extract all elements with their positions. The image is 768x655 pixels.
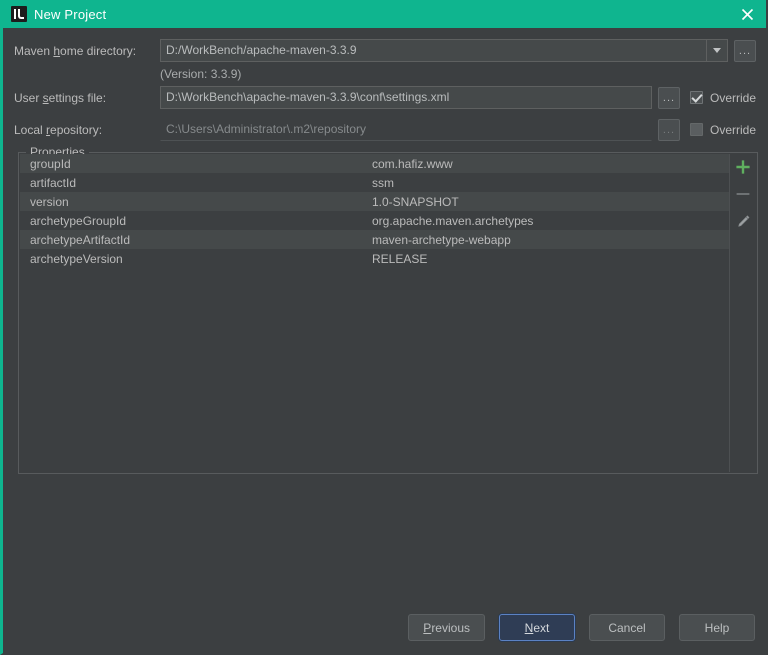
properties-panel: Properties groupId com.hafiz.www artifac… bbox=[18, 145, 758, 474]
table-row[interactable]: artifactId ssm bbox=[20, 173, 729, 192]
table-row[interactable]: archetypeVersion RELEASE bbox=[20, 249, 729, 268]
new-project-dialog: New Project Maven home directory: D:/Wor… bbox=[0, 0, 768, 655]
title-bar: New Project bbox=[3, 0, 766, 28]
maven-settings-form: Maven home directory: D:/WorkBench/apach… bbox=[14, 38, 756, 142]
property-value: com.hafiz.www bbox=[372, 156, 453, 171]
properties-panel-inner: groupId com.hafiz.www artifactId ssm ver… bbox=[20, 154, 756, 472]
form-spacer bbox=[14, 110, 756, 117]
maven-home-input[interactable]: D:/WorkBench/apache-maven-3.3.9 bbox=[160, 39, 706, 62]
plus-icon[interactable] bbox=[733, 157, 753, 177]
previous-button[interactable]: Previous bbox=[408, 614, 485, 641]
property-value: ssm bbox=[372, 175, 394, 190]
title-bar-left: New Project bbox=[11, 6, 734, 22]
properties-table[interactable]: groupId com.hafiz.www artifactId ssm ver… bbox=[20, 154, 730, 472]
property-key: artifactId bbox=[30, 175, 77, 190]
maven-version-note: (Version: 3.3.9) bbox=[160, 67, 242, 81]
property-value: 1.0-SNAPSHOT bbox=[372, 194, 459, 209]
property-key: archetypeGroupId bbox=[30, 213, 127, 228]
property-key: archetypeArtifactId bbox=[30, 232, 131, 247]
user-settings-browse-button[interactable]: ... bbox=[657, 86, 680, 109]
maven-home-row: Maven home directory: D:/WorkBench/apach… bbox=[14, 38, 756, 63]
local-repository-input: C:\Users\Administrator\.m2\repository bbox=[160, 118, 652, 141]
maven-home-browse-button[interactable]: ... bbox=[734, 39, 756, 62]
dialog-content: Maven home directory: D:/WorkBench/apach… bbox=[3, 28, 766, 653]
user-settings-row: User settings file: D:\WorkBench\apache-… bbox=[14, 85, 756, 110]
checkbox-icon bbox=[689, 123, 703, 136]
cancel-button[interactable]: Cancel bbox=[589, 614, 665, 641]
table-row[interactable]: archetypeGroupId org.apache.maven.archet… bbox=[20, 211, 729, 230]
user-settings-override-checkbox[interactable]: Override bbox=[689, 90, 756, 105]
chevron-down-icon[interactable] bbox=[706, 39, 728, 62]
local-repository-label: Local repository: bbox=[14, 122, 103, 137]
help-button[interactable]: Help bbox=[679, 614, 755, 641]
window-title: New Project bbox=[34, 6, 107, 22]
close-icon[interactable] bbox=[734, 2, 760, 26]
property-value: org.apache.maven.archetypes bbox=[372, 213, 534, 228]
dialog-footer: Previous Next Cancel Help bbox=[408, 614, 755, 641]
intellij-logo-icon bbox=[11, 6, 27, 22]
user-settings-label: User settings file: bbox=[14, 90, 107, 105]
user-settings-override-label: Override bbox=[709, 90, 756, 105]
property-key: groupId bbox=[30, 156, 71, 171]
properties-toolbar bbox=[730, 154, 756, 472]
property-value: RELEASE bbox=[372, 251, 428, 266]
property-value: maven-archetype-webapp bbox=[372, 232, 511, 247]
table-row[interactable]: version 1.0-SNAPSHOT bbox=[20, 192, 729, 211]
table-row[interactable]: groupId com.hafiz.www bbox=[20, 154, 729, 173]
table-row[interactable]: archetypeArtifactId maven-archetype-weba… bbox=[20, 230, 729, 249]
next-button[interactable]: Next bbox=[499, 614, 575, 641]
maven-home-label: Maven home directory: bbox=[14, 43, 137, 58]
checkbox-icon bbox=[689, 91, 703, 104]
user-settings-input[interactable]: D:\WorkBench\apache-maven-3.3.9\conf\set… bbox=[160, 86, 652, 109]
property-key: archetypeVersion bbox=[30, 251, 123, 266]
local-repository-override-checkbox[interactable]: Override bbox=[689, 122, 756, 137]
local-repository-browse-button: ... bbox=[657, 118, 680, 141]
minus-icon bbox=[733, 184, 753, 204]
local-repository-override-label: Override bbox=[709, 122, 756, 137]
pencil-icon[interactable] bbox=[733, 211, 753, 231]
property-key: version bbox=[30, 194, 69, 209]
local-repository-row: Local repository: C:\Users\Administrator… bbox=[14, 117, 756, 142]
